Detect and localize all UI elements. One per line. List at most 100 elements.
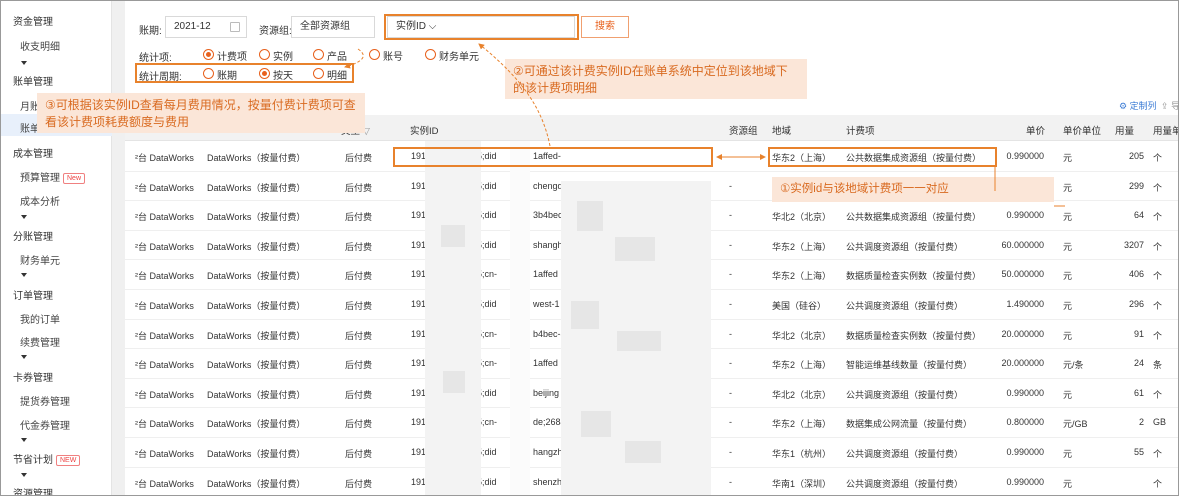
col-header-billing-item[interactable]: 计费项 <box>846 123 875 137</box>
annotation-note-3: ③可根据该实例ID查看每月费用情况，按量付费计费项可查看该计费项耗费额度与费用 <box>37 93 365 133</box>
table-cell: DataWorks（按量付费） <box>207 419 306 430</box>
table-cell: 后付费 <box>345 389 373 400</box>
sidebar-item-renewal[interactable]: 续费管理 <box>20 334 60 349</box>
radio-label: 计费项 <box>217 52 247 63</box>
sidebar-group-orders[interactable]: 订单管理 <box>13 287 53 302</box>
sidebar-item-pickup-coupons[interactable]: 提货券管理 <box>20 393 70 408</box>
radio-product[interactable] <box>313 49 324 60</box>
stat-label: 统计项: <box>139 53 172 64</box>
col-header-resource-group[interactable]: 资源组 <box>729 123 758 137</box>
radio-label: 账号 <box>383 52 403 63</box>
col-header-usage-unit[interactable]: 用量单 <box>1153 123 1178 137</box>
table-cell: 后付费 <box>345 419 373 430</box>
table-cell: DataWorks（按量付费） <box>207 212 306 223</box>
redaction-block <box>577 201 603 231</box>
sidebar-item-my-orders[interactable]: 我的订单 <box>20 311 60 326</box>
table-cell: 个 <box>1153 449 1163 459</box>
chevron-down-icon[interactable] <box>21 438 27 442</box>
col-header-price-unit[interactable]: 单价单位 <box>1063 123 1101 137</box>
sidebar-item-finance-unit[interactable]: 财务单元 <box>20 252 60 267</box>
table-cell: 1affed <box>533 269 558 280</box>
sidebar-group-coupons[interactable]: 卡券管理 <box>13 369 53 384</box>
sidebar-item-budget[interactable]: 预算管理 New <box>20 169 86 184</box>
col-header-unit-price[interactable]: 单价 <box>1026 123 1045 137</box>
table-cell: 3207 <box>1123 239 1144 250</box>
table-cell: shenzh <box>533 476 563 487</box>
redaction-block <box>441 225 465 247</box>
table-cell: 205 <box>1128 151 1144 161</box>
radio-account[interactable] <box>369 49 380 60</box>
col-header-usage[interactable]: 用量 <box>1115 123 1134 137</box>
table-cell: 美国（硅谷） <box>772 301 827 311</box>
table-cell: 191 <box>411 387 427 398</box>
redaction-block <box>425 141 481 495</box>
new-badge: New <box>63 173 86 184</box>
table-cell: 后付费 <box>345 301 373 311</box>
table-cell: ²台 DataWorks <box>135 182 194 193</box>
sidebar-group-funds[interactable]: 资金管理 <box>13 13 53 28</box>
redaction-block <box>443 371 465 393</box>
chevron-down-icon[interactable] <box>21 215 27 219</box>
table-cell: 0.990000 <box>1006 476 1044 487</box>
table-cell: 数据质量检查实例数（按量付费） <box>846 330 982 341</box>
radio-finance-unit[interactable] <box>425 49 436 60</box>
table-cell: 191 <box>411 210 427 221</box>
resource-group-select[interactable]: 全部资源组 <box>291 16 375 38</box>
export-link[interactable]: ⇪ 导 <box>1161 99 1178 112</box>
sidebar-item-vouchers[interactable]: 代金券管理 <box>20 417 70 432</box>
period-picker[interactable]: 2021-12 <box>165 16 247 38</box>
table-cell: 1.490000 <box>1006 299 1044 309</box>
table-cell: 个 <box>1153 241 1163 252</box>
sidebar-group-billing[interactable]: 账单管理 <box>13 73 53 88</box>
redaction-block <box>581 411 611 437</box>
table-cell: 0.990000 <box>1006 210 1044 221</box>
table-cell: 1affed <box>533 358 558 369</box>
table-cell: 191 <box>411 476 427 487</box>
table-cell: - <box>729 387 732 398</box>
table-cell: 公共调度资源组（按量付费） <box>846 301 964 311</box>
table-cell: 个 <box>1153 301 1163 311</box>
table-cell: 华东2（上海） <box>772 271 832 282</box>
table-cell: 个 <box>1153 212 1163 223</box>
table-cell: 191 <box>411 269 427 280</box>
table-cell: 191 <box>411 180 427 191</box>
table-cell: 91 <box>1133 328 1144 339</box>
table-cell: 华北2（北京） <box>772 330 832 341</box>
table-cell: - <box>729 210 732 221</box>
chevron-down-icon[interactable] <box>21 473 27 477</box>
table-cell: ²台 DataWorks <box>135 271 194 282</box>
table-cell: DataWorks（按量付费） <box>207 449 306 459</box>
chevron-down-icon[interactable] <box>21 273 27 277</box>
sidebar-item-cost-analysis[interactable]: 成本分析 <box>20 193 60 208</box>
sidebar-group-split[interactable]: 分账管理 <box>13 228 53 243</box>
table-cell: 数据集成公网流量（按量付费） <box>846 419 973 430</box>
table-cell: DataWorks（按量付费） <box>207 182 306 193</box>
col-header-instance-id[interactable]: 实例ID <box>410 123 439 137</box>
sidebar-group-resources[interactable]: 资源管理 <box>13 485 53 495</box>
gear-icon: ⚙ <box>1119 101 1128 111</box>
table-cell: 条 <box>1153 360 1163 371</box>
table-cell: 20.000000 <box>1001 358 1044 369</box>
search-button[interactable]: 搜索 <box>581 16 629 38</box>
radio-instance[interactable] <box>259 49 270 60</box>
table-cell: 元 <box>1063 271 1073 282</box>
chevron-down-icon[interactable] <box>21 355 27 359</box>
col-header-region[interactable]: 地域 <box>772 123 791 137</box>
table-cell: 后付费 <box>345 271 373 282</box>
customize-columns-link[interactable]: ⚙ 定制列 <box>1119 99 1157 112</box>
table-cell: ²台 DataWorks <box>135 360 194 371</box>
chevron-down-icon[interactable] <box>21 61 27 65</box>
sidebar-group-savings-plan[interactable]: 节省计划 NEW <box>13 451 81 466</box>
sidebar-group-cost[interactable]: 成本管理 <box>13 145 53 160</box>
sidebar-item-income-expense[interactable]: 收支明细 <box>20 38 60 53</box>
table-cell: 元 <box>1063 389 1073 400</box>
table-cell: 个 <box>1153 153 1163 163</box>
radio-billing-item[interactable] <box>203 49 214 60</box>
radio-label: 产品 <box>327 52 347 63</box>
table-cell: 华东2（上海） <box>772 241 832 252</box>
table-cell: ²台 DataWorks <box>135 241 194 252</box>
table-cell: 24 <box>1133 358 1144 369</box>
table-cell: 后付费 <box>345 478 373 489</box>
table-cell: 华北2（北京） <box>772 212 832 223</box>
redaction-block <box>571 301 599 329</box>
